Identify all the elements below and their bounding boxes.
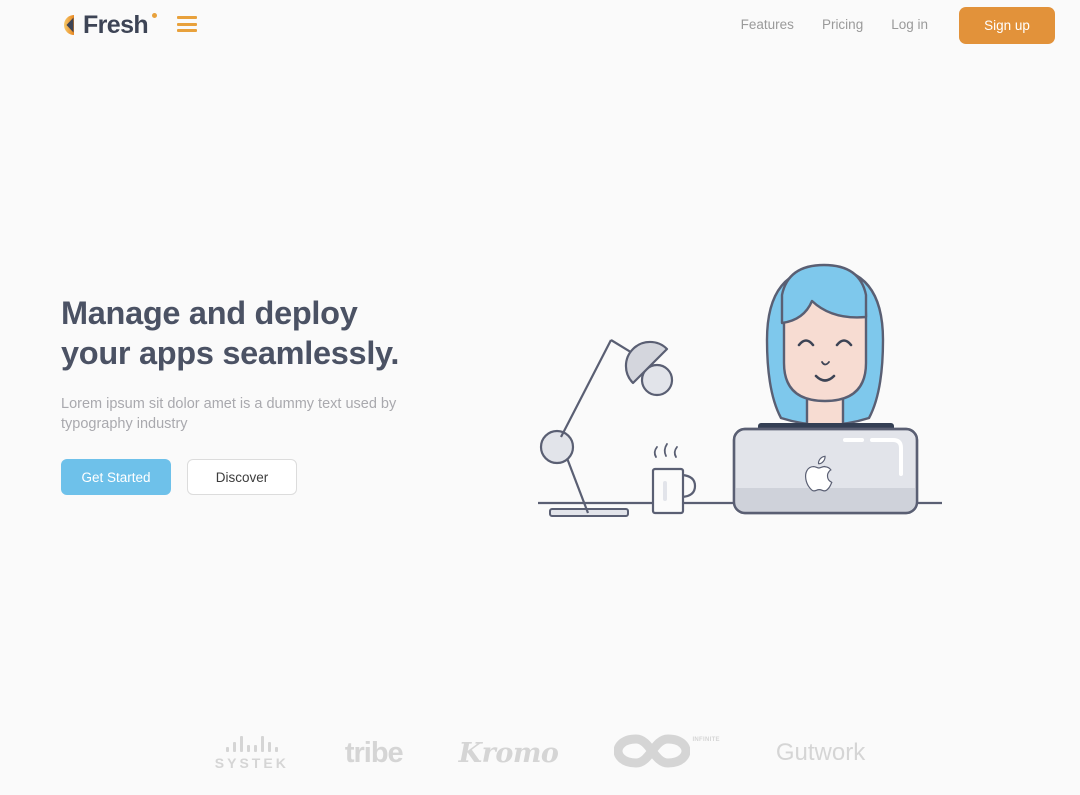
systek-bars-icon xyxy=(225,735,278,752)
logo-infinite-label: INFINITE xyxy=(692,736,720,743)
hamburger-bar xyxy=(177,16,197,19)
nav-link-features[interactable]: Features xyxy=(727,15,808,35)
hero-actions: Get Started Discover xyxy=(61,459,491,495)
signup-button[interactable]: Sign up xyxy=(959,6,1055,44)
main-nav: Features Pricing Log in Sign up xyxy=(727,0,1055,50)
page-title: Manage and deploy your apps seamlessly. xyxy=(61,293,491,373)
brand-wordmark: Fresh xyxy=(83,11,149,39)
nav-link-pricing[interactable]: Pricing xyxy=(808,15,877,35)
hamburger-bar xyxy=(177,22,197,26)
nav-link-login[interactable]: Log in xyxy=(877,15,942,35)
hamburger-bar xyxy=(177,29,197,32)
get-started-button[interactable]: Get Started xyxy=(61,459,171,495)
logo-systek-label: SYSTEK xyxy=(214,755,289,771)
infinity-icon xyxy=(613,731,691,776)
hero-title-line-2: your apps seamlessly. xyxy=(61,335,400,371)
logo-infinite: INFINITE xyxy=(613,724,720,782)
site-header: Fresh Features Pricing Log in Sign up xyxy=(0,0,1080,50)
hero-section: Manage and deploy your apps seamlessly. … xyxy=(61,293,491,495)
woman-at-laptop-with-desk-lamp-illustration xyxy=(520,245,970,535)
hero-title-line-1: Manage and deploy xyxy=(61,295,358,331)
laptop xyxy=(732,423,919,515)
logo-gutwork-label: Gutwork xyxy=(775,739,866,766)
logo-kromo: Kromo xyxy=(459,724,559,782)
brand-logo[interactable]: Fresh xyxy=(61,11,158,39)
hamburger-menu-icon[interactable] xyxy=(177,15,197,33)
logo-tribe-label: tribe xyxy=(344,736,404,769)
logo-kromo-label: Kromo xyxy=(458,737,559,769)
partner-logos-strip: SYSTEK tribe Kromo INFINITE Gutwork xyxy=(0,718,1080,788)
fresh-circle-chevron-icon xyxy=(61,13,82,37)
logo-gutwork: Gutwork xyxy=(776,724,865,782)
brand-dot-icon xyxy=(152,13,158,18)
logo-tribe: tribe xyxy=(344,724,404,782)
logo-systek: SYSTEK xyxy=(215,724,289,782)
discover-button[interactable]: Discover xyxy=(187,459,297,495)
hero-subtitle: Lorem ipsum sit dolor amet is a dummy te… xyxy=(61,396,397,432)
